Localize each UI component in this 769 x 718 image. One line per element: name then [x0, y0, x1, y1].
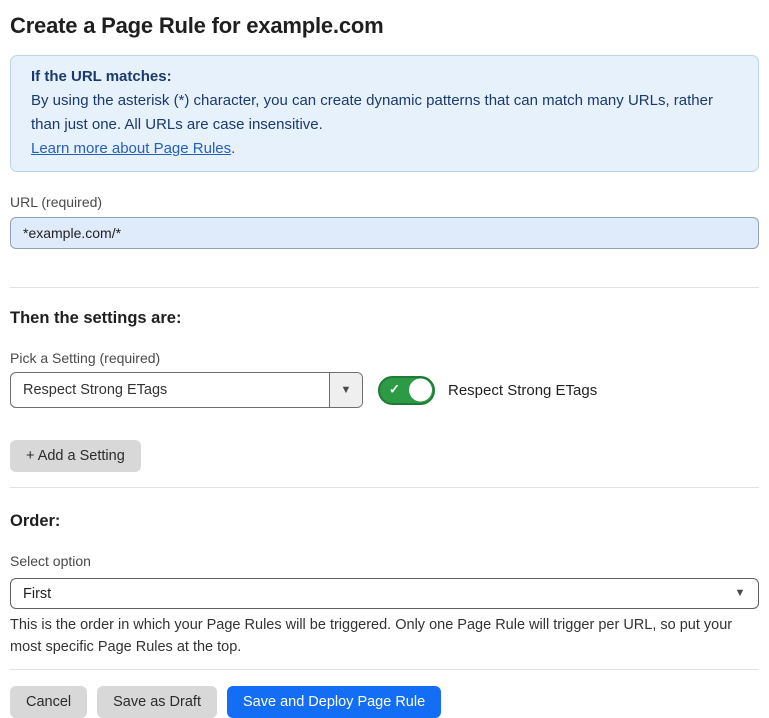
url-input[interactable] [10, 217, 759, 249]
learn-more-link[interactable]: Learn more about Page Rules [31, 140, 231, 157]
setting-select-value: Respect Strong ETags [11, 373, 329, 407]
url-match-info-box: If the URL matches: By using the asteris… [10, 55, 759, 172]
cancel-button[interactable]: Cancel [10, 686, 87, 718]
setting-row: Respect Strong ETags ▼ ✓ Respect Strong … [10, 372, 759, 408]
info-box-body: By using the asterisk (*) character, you… [31, 89, 738, 137]
order-help-text: This is the order in which your Page Rul… [10, 614, 759, 658]
link-period: . [231, 140, 235, 157]
order-select-label: Select option [10, 552, 759, 570]
info-box-link-line: Learn more about Page Rules. [31, 137, 738, 161]
page-title: Create a Page Rule for example.com [10, 12, 759, 40]
divider [10, 669, 759, 670]
order-section-heading: Order: [10, 511, 759, 531]
info-box-heading: If the URL matches: [31, 65, 738, 89]
setting-select[interactable]: Respect Strong ETags ▼ [10, 372, 363, 408]
divider [10, 287, 759, 288]
order-select-value: First [11, 579, 722, 608]
respect-strong-etags-toggle[interactable]: ✓ [378, 376, 435, 405]
check-icon: ✓ [389, 382, 400, 398]
toggle-label: Respect Strong ETags [448, 382, 597, 399]
settings-section-heading: Then the settings are: [10, 308, 759, 328]
chevron-down-icon: ▼ [735, 588, 746, 599]
save-and-deploy-button[interactable]: Save and Deploy Page Rule [227, 686, 441, 718]
pick-setting-label: Pick a Setting (required) [10, 349, 759, 367]
chevron-down-icon: ▼ [341, 385, 352, 396]
add-setting-button[interactable]: + Add a Setting [10, 440, 141, 472]
form-actions: Cancel Save as Draft Save and Deploy Pag… [10, 686, 759, 718]
toggle-knob [409, 379, 432, 402]
save-as-draft-button[interactable]: Save as Draft [97, 686, 217, 718]
order-select-arrow: ▼ [722, 579, 758, 608]
order-select[interactable]: First ▼ [10, 578, 759, 609]
divider [10, 487, 759, 488]
create-page-rule-form: Create a Page Rule for example.com If th… [0, 0, 769, 718]
url-field-label: URL (required) [10, 193, 759, 211]
setting-select-arrow-button[interactable]: ▼ [329, 373, 362, 407]
